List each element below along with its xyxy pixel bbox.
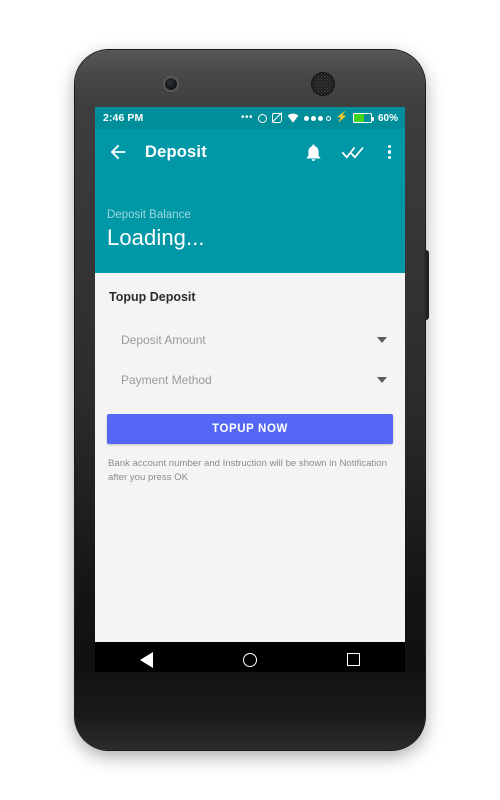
arrow-left-icon[interactable] [107,141,129,163]
footer-instruction-note: Bank account number and Instruction will… [108,458,387,483]
section-title: Topup Deposit [109,290,196,304]
status-bar-icons: ••• ⚡ 60% [240,112,398,124]
deposit-amount-spinner[interactable]: Deposit Amount [107,320,393,360]
toolbar-actions [305,143,395,162]
app-toolbar: Deposit [95,129,405,175]
payment-method-spinner[interactable]: Payment Method [107,360,393,400]
phone-device-frame: 2:46 PM ••• ⚡ 60% Deposit Deposit Balanc… [75,50,429,750]
phone-screen: 2:46 PM ••• ⚡ 60% Deposit Deposit Balanc… [95,107,405,677]
chevron-down-icon [377,377,387,383]
more-dots-icon: ••• [240,112,253,123]
double-check-icon[interactable] [341,145,364,160]
signal-dots-icon [303,115,331,121]
deposit-balance-label: Deposit Balance [107,209,191,221]
deposit-balance-value: Loading... [107,225,205,250]
status-bar: 2:46 PM ••• ⚡ 60% [95,107,405,129]
front-camera-icon [165,78,177,90]
battery-percent-label: 60% [377,112,398,124]
chevron-down-icon [377,337,387,343]
payment-method-label: Payment Method [121,373,212,387]
wifi-icon [287,113,299,123]
overflow-menu-icon[interactable] [384,143,395,161]
bell-icon[interactable] [305,143,322,162]
device-bottom-bezel [75,672,425,750]
deposit-amount-label: Deposit Amount [121,333,206,347]
battery-icon [352,113,374,123]
page-title: Deposit [145,142,207,161]
alarm-icon [257,113,267,123]
topup-now-button[interactable]: TOPUP NOW [107,414,393,444]
status-bar-time: 2:46 PM [103,112,144,124]
topup-form-section: Topup Deposit Deposit Amount Payment Met… [95,273,405,677]
earpiece-speaker-icon [311,72,335,96]
device-top-bezel [75,50,425,112]
deposit-balance-header: Deposit Balance Loading... [95,175,405,273]
dnd-off-icon [271,112,283,124]
device-side-button[interactable] [424,250,429,320]
charging-bolt-icon: ⚡ [335,112,348,123]
